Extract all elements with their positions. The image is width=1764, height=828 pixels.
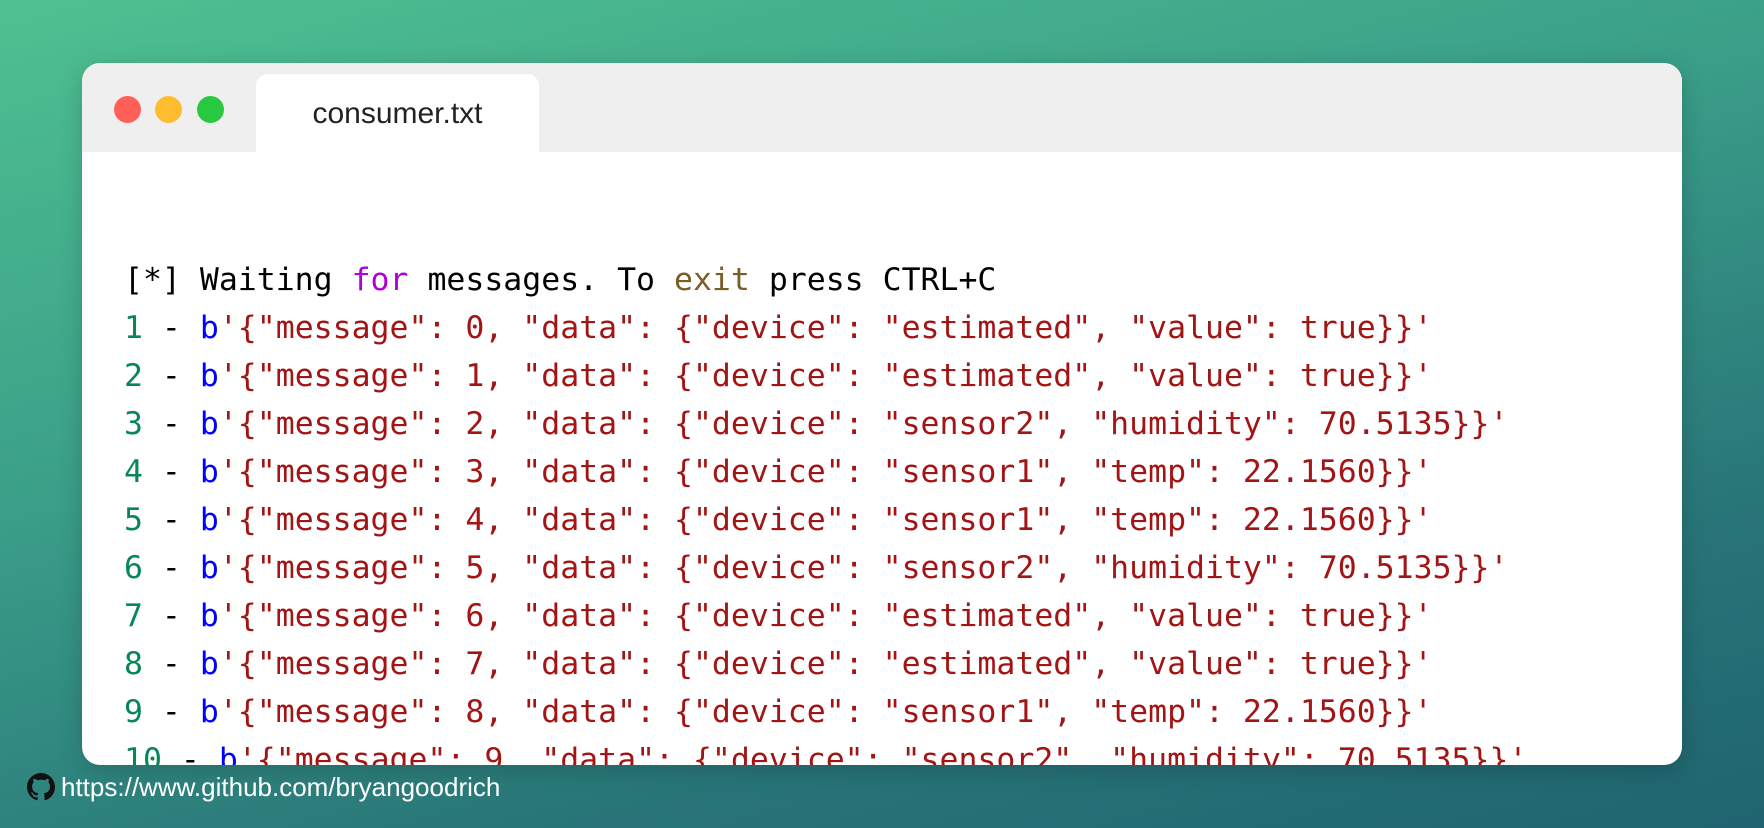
message-line: 2 - b'{"message": 1, "data": {"device": … xyxy=(124,352,1527,400)
message-line: 5 - b'{"message": 4, "data": {"device": … xyxy=(124,496,1527,544)
message-payload: '{"message": 6, "data": {"device": "esti… xyxy=(218,598,1433,634)
message-payload: '{"message": 7, "data": {"device": "esti… xyxy=(218,646,1433,682)
message-payload: '{"message": 0, "data": {"device": "esti… xyxy=(218,310,1433,346)
message-number: 7 xyxy=(124,598,143,634)
code-window: consumer.txt [*] Waiting for messages. T… xyxy=(82,63,1682,765)
message-line: 9 - b'{"message": 8, "data": {"device": … xyxy=(124,688,1527,736)
message-separator: - xyxy=(142,550,200,586)
message-separator: - xyxy=(142,406,200,442)
message-separator: - xyxy=(142,598,200,634)
message-number: 1 xyxy=(124,310,143,346)
message-payload: '{"message": 4, "data": {"device": "sens… xyxy=(218,502,1433,538)
message-line: 3 - b'{"message": 2, "data": {"device": … xyxy=(124,400,1527,448)
waiting-line: [*] Waiting for messages. To exit press … xyxy=(124,256,1527,304)
waiting-suffix: press CTRL+C xyxy=(749,262,997,298)
message-line: 4 - b'{"message": 3, "data": {"device": … xyxy=(124,448,1527,496)
message-number: 3 xyxy=(124,406,143,442)
message-line: 6 - b'{"message": 5, "data": {"device": … xyxy=(124,544,1527,592)
message-separator: - xyxy=(142,310,200,346)
bytes-prefix: b xyxy=(199,598,219,634)
waiting-middle: messages. To xyxy=(408,262,674,298)
message-number: 6 xyxy=(124,550,143,586)
message-payload: '{"message": 9, "data": {"device": "sens… xyxy=(237,742,1528,765)
bytes-prefix: b xyxy=(199,358,219,394)
bytes-prefix: b xyxy=(199,694,219,730)
message-line: 1 - b'{"message": 0, "data": {"device": … xyxy=(124,304,1527,352)
message-number: 8 xyxy=(124,646,143,682)
terminal-output: [*] Waiting for messages. To exit press … xyxy=(124,256,1527,765)
message-payload: '{"message": 3, "data": {"device": "sens… xyxy=(218,454,1433,490)
message-line: 7 - b'{"message": 6, "data": {"device": … xyxy=(124,592,1527,640)
bytes-prefix: b xyxy=(199,550,219,586)
bytes-prefix: b xyxy=(199,646,219,682)
message-line: 8 - b'{"message": 7, "data": {"device": … xyxy=(124,640,1527,688)
message-line: 10 - b'{"message": 9, "data": {"device":… xyxy=(124,736,1527,765)
message-separator: - xyxy=(161,742,219,765)
tab-title: consumer.txt xyxy=(312,97,483,130)
message-number: 10 xyxy=(124,742,162,765)
close-window-dot[interactable] xyxy=(114,96,141,123)
message-separator: - xyxy=(142,358,200,394)
bytes-prefix: b xyxy=(218,742,238,765)
message-number: 9 xyxy=(124,694,143,730)
bytes-prefix: b xyxy=(199,310,219,346)
keyword-for: for xyxy=(351,262,409,298)
message-number: 2 xyxy=(124,358,143,394)
message-payload: '{"message": 8, "data": {"device": "sens… xyxy=(218,694,1433,730)
message-separator: - xyxy=(142,502,200,538)
window-titlebar: consumer.txt xyxy=(82,63,1682,152)
github-link[interactable]: https://www.github.com/bryangoodrich xyxy=(61,772,500,803)
maximize-window-dot[interactable] xyxy=(197,96,224,123)
message-separator: - xyxy=(142,694,200,730)
bytes-prefix: b xyxy=(199,406,219,442)
message-number: 4 xyxy=(124,454,143,490)
message-payload: '{"message": 2, "data": {"device": "sens… xyxy=(218,406,1509,442)
minimize-window-dot[interactable] xyxy=(155,96,182,123)
message-separator: - xyxy=(142,454,200,490)
message-separator: - xyxy=(142,646,200,682)
bytes-prefix: b xyxy=(199,502,219,538)
github-attribution: https://www.github.com/bryangoodrich xyxy=(27,769,500,805)
waiting-prefix: [*] Waiting xyxy=(124,262,352,298)
message-number: 5 xyxy=(124,502,143,538)
message-payload: '{"message": 5, "data": {"device": "sens… xyxy=(218,550,1509,586)
message-payload: '{"message": 1, "data": {"device": "esti… xyxy=(218,358,1433,394)
tab-consumer-txt[interactable]: consumer.txt xyxy=(256,74,539,152)
keyword-exit: exit xyxy=(674,262,750,298)
bytes-prefix: b xyxy=(199,454,219,490)
github-icon xyxy=(27,773,55,801)
